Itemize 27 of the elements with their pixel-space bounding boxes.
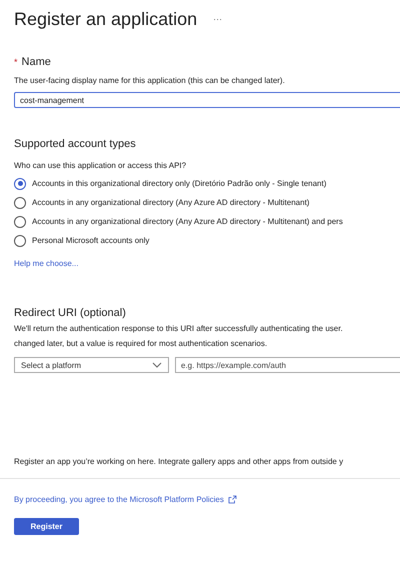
radio-label: Personal Microsoft accounts only bbox=[32, 236, 150, 245]
name-input-field[interactable]: cost-management bbox=[14, 92, 400, 108]
radio-label: Accounts in any organizational directory (Any Azure AD directory - Multitenant) bbox=[32, 198, 310, 207]
description-text: We'll return the authentication response to this URI after successfully authenticating the user. bbox=[14, 323, 344, 334]
field-description: The user-facing display name for this application (this can be changed later). bbox=[14, 76, 286, 85]
external-link-icon bbox=[228, 495, 237, 504]
uri-input-field[interactable]: e.g. https://example.com/auth bbox=[175, 357, 400, 373]
question-text: Who can use this application or access this API? bbox=[14, 161, 188, 170]
register-button[interactable]: Register bbox=[14, 518, 79, 535]
radio-label: Accounts in any organizational directory (Any Azure AD directory - Multitenant) and pers bbox=[32, 217, 343, 226]
policy-link[interactable]: By proceeding, you agree to the Microsoft Platform Policies bbox=[14, 495, 224, 504]
page-title: Register an application bbox=[14, 8, 198, 30]
field-label: Name bbox=[22, 56, 51, 68]
platform-dropdown[interactable]: Select a platform bbox=[14, 357, 169, 373]
radio-label: Accounts in this organizational directory only (Diretório Padrão only - Single tenant) bbox=[32, 179, 326, 188]
section-heading: Supported account types bbox=[14, 138, 137, 150]
description-text: changed later, but a value is required for most authentication scenarios. bbox=[14, 338, 268, 349]
help-link[interactable]: Help me choose... bbox=[14, 259, 78, 268]
radio-button[interactable] bbox=[14, 216, 26, 228]
required-mark: * bbox=[14, 57, 18, 67]
radio-button[interactable] bbox=[14, 178, 26, 190]
more-button[interactable]: ··· bbox=[211, 14, 224, 24]
radio-button[interactable] bbox=[14, 234, 26, 246]
radio-button[interactable] bbox=[14, 196, 26, 208]
chevron-down-icon bbox=[152, 362, 162, 368]
info-text: Register an app you’re working on here. Integrate gallery apps and other apps from outside y bbox=[14, 457, 344, 466]
section-heading: Redirect URI (optional) bbox=[14, 307, 127, 319]
